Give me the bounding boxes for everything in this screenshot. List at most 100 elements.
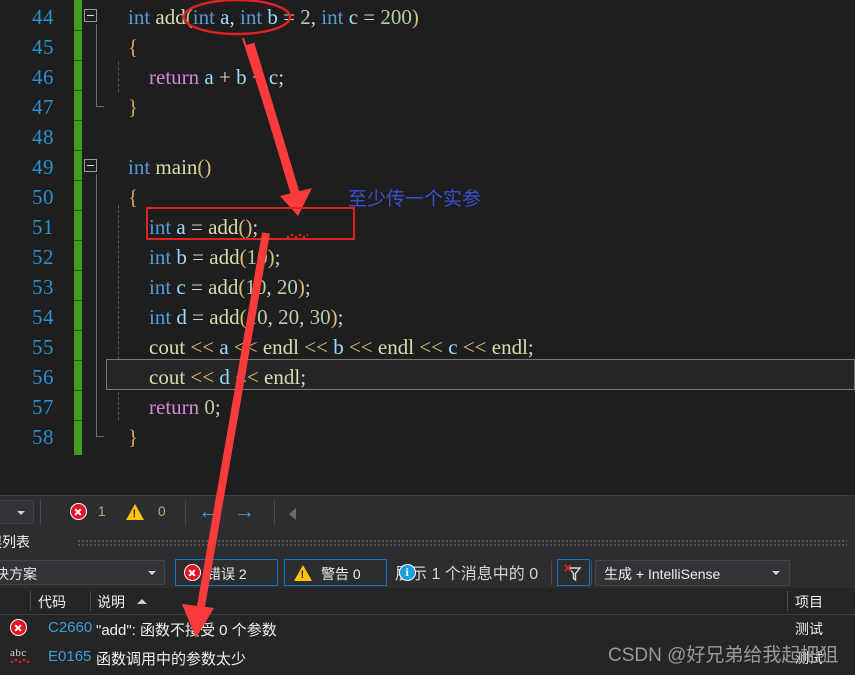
column-header-description[interactable]: 说明 [97,592,125,612]
error-list-toolbar[interactable]: 个解决方案 错误 2 警告 0 展示 1 个消息中的 0 个 生成 + Inte… [0,556,855,607]
error-list-row[interactable]: C2660 "add": 函数不接受 0 个参数 测试 [0,614,855,643]
code-text[interactable]: { [128,32,138,62]
code-text[interactable]: cout << a << endl << b << endl << c << e… [128,332,534,362]
code-text[interactable]: int d = add(10, 20, 30); [128,302,343,332]
code-text[interactable]: { [128,182,138,212]
code-line[interactable]: 56 cout << d << endl; [0,362,855,392]
editor-error-count-value: 1 [97,503,106,519]
code-line[interactable]: 44 int add(int a, int b = 2, int c = 200) [0,2,855,32]
code-text[interactable]: int c = add(10, 20); [128,272,311,302]
line-number: 47 [32,95,54,119]
code-line[interactable]: 54 int d = add(10, 20, 30); [0,302,855,332]
editor-status-toolbar[interactable]: % 1 0 ← → [0,495,855,529]
line-number: 58 [32,425,54,449]
code-line[interactable]: 52 int b = add(10); [0,242,855,272]
token: ; [337,305,344,329]
token: + [213,65,237,89]
token: int [149,245,172,269]
code-line[interactable]: 47} [0,92,855,122]
error-list-header-row[interactable]: 代码 说明 项目 [0,588,855,615]
code-text[interactable]: return a + b + c; [128,62,284,92]
token: a [220,5,230,29]
build-filter-dropdown[interactable]: 生成 + IntelliSense [595,560,790,586]
editor-error-count[interactable]: 1 [70,503,106,520]
warnings-filter-button[interactable]: 警告 0 [284,559,387,586]
code-text[interactable]: int add(int a, int b = 2, int c = 200) [128,2,419,32]
code-line[interactable]: 46 return a + b + c; [0,62,855,92]
error-squiggle-line-51 [286,234,308,238]
token: ; [300,365,307,389]
split-view-caret-icon[interactable] [289,508,296,520]
line-number: 45 [32,35,54,59]
scope-filter-dropdown[interactable]: 个解决方案 [0,560,165,585]
code-line[interactable]: 50 { [0,182,855,212]
token: add [208,275,239,299]
line-number: 54 [32,305,54,329]
column-separator-3[interactable] [787,591,788,611]
code-line[interactable]: 49 int main() [0,152,855,182]
chevron-down-icon [772,571,780,575]
token: 200 [380,5,412,29]
token: int [192,5,215,29]
token: ) [267,245,275,269]
token: c [268,65,279,89]
code-text[interactable]: int b = add(10); [128,242,280,272]
code-text[interactable]: int a = add(); [128,212,258,242]
code-text[interactable]: } [128,92,138,122]
code-text[interactable]: cout << d << endl; [128,362,306,392]
token: int [240,5,263,29]
line-number: 50 [32,185,54,209]
column-separator-2[interactable] [90,591,91,611]
panel-drag-grip[interactable] [78,540,847,546]
code-text[interactable]: int main() [128,152,211,182]
code-line[interactable]: 48 [0,122,855,152]
code-line[interactable]: 57 return 0; [0,392,855,422]
errors-filter-button[interactable]: 错误 2 [175,559,278,586]
column-header-code[interactable]: 代码 [38,592,66,612]
code-text[interactable]: return 0; [128,392,221,422]
code-text[interactable]: } [128,422,138,452]
code-line[interactable]: 55 cout << a << endl << b << endl << c <… [0,332,855,362]
code-line[interactable]: 58} [0,422,855,452]
token: << [457,335,492,359]
code-line[interactable]: 53 int c = add(10, 20); [0,272,855,302]
token: int [128,155,151,179]
code-line[interactable]: 51 int a = add(); [0,212,855,242]
line-number: 52 [32,245,54,269]
token: a [176,215,186,239]
token: ; [252,215,259,239]
token: ) [330,305,338,329]
warning-icon [294,565,312,581]
token: << [185,365,220,389]
editor-warning-count-value: 0 [157,503,166,519]
error-code[interactable]: E0165 [48,648,91,665]
code-editor[interactable]: 44 int add(int a, int b = 2, int c = 200)… [0,0,855,495]
token: return [149,65,200,89]
token: int [149,305,172,329]
token: << [228,335,263,359]
intellisense-squiggle-icon: abc [10,647,32,671]
editor-warning-count[interactable]: 0 [126,503,166,520]
navigate-forward-button[interactable]: → [234,501,255,523]
line-number: 56 [32,365,54,389]
toolbar-divider [40,500,41,525]
column-header-project[interactable]: 项目 [795,592,823,612]
zoom-level-dropdown[interactable]: % [0,500,34,524]
clear-filter-button[interactable] [557,559,590,586]
build-filter-value: 生成 + IntelliSense [604,566,721,582]
error-code[interactable]: C2660 [48,619,92,636]
line-number: 44 [32,5,54,29]
sort-ascending-icon [137,599,147,604]
navigate-backward-button[interactable]: ← [198,501,219,523]
token: b [176,245,187,269]
error-list-titlebar[interactable]: 错误列表 [0,528,855,557]
code-line[interactable]: 45 { [0,32,855,62]
column-separator-1[interactable] [30,591,31,611]
messages-filter-button[interactable]: 展示 1 个消息中的 0 个 [394,559,552,607]
token: d [219,365,230,389]
token: << [414,335,449,359]
token: 10 [246,245,268,269]
token: { [128,185,139,209]
